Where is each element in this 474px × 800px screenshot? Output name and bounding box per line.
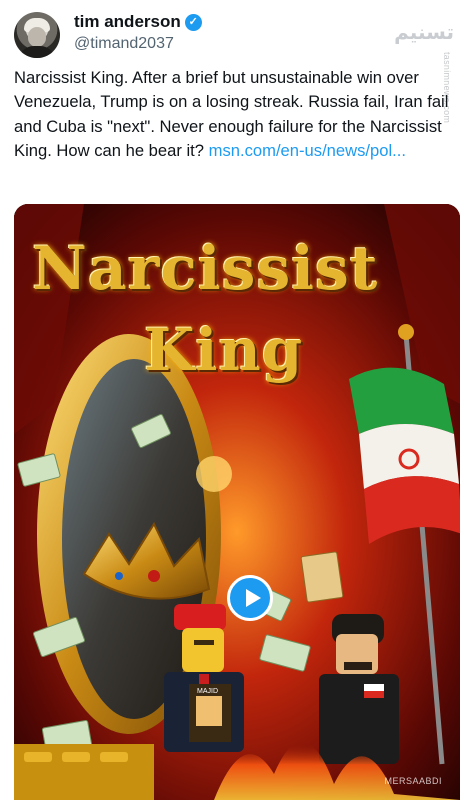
- tweet-text: Narcissist King. After a brief but unsus…: [14, 66, 460, 164]
- tweet-media[interactable]: MAJID Narcissist King MERSAABDI: [14, 204, 460, 800]
- name-row: tim anderson ✓: [74, 12, 202, 32]
- play-icon: [246, 589, 261, 607]
- play-button[interactable]: [227, 575, 273, 621]
- media-title-line1: Narcissist: [32, 234, 379, 304]
- mirror-reflection-light: [196, 456, 232, 492]
- media-title-line2: King: [144, 316, 304, 384]
- tweet-link[interactable]: msn.com/en-us/news/pol...: [209, 141, 406, 160]
- verified-badge-icon: ✓: [184, 13, 202, 31]
- user-handle[interactable]: @timand2037: [74, 35, 174, 53]
- sign-text: MAJID: [197, 688, 218, 695]
- media-credit: MERSAABDI: [384, 776, 442, 786]
- avatar[interactable]: [14, 12, 60, 58]
- watermark-text: تسنیم: [394, 20, 454, 44]
- tweet-header: tim anderson ✓ @timand2037 تسنیم: [0, 0, 474, 70]
- display-name[interactable]: tim anderson: [74, 12, 181, 32]
- picture-card: [300, 551, 344, 603]
